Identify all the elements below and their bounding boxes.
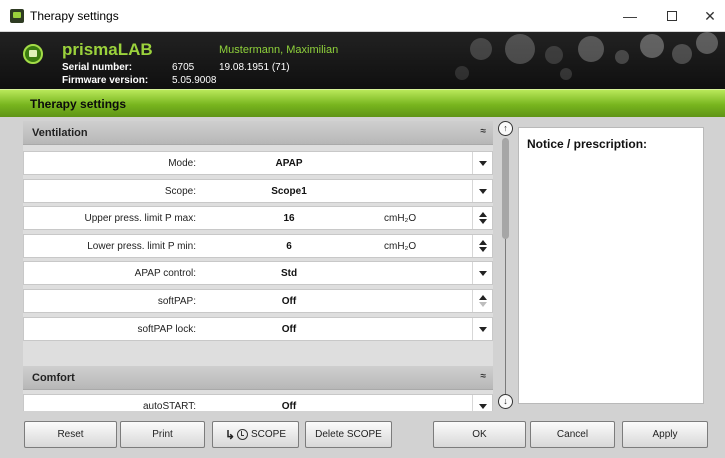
setting-value[interactable]: Scope1 <box>224 186 354 197</box>
maximize-icon <box>667 11 677 21</box>
notice-title: Notice / prescription: <box>527 137 648 151</box>
settings-scrollbar[interactable]: ↑ ↓ <box>496 121 515 411</box>
window-titlebar: Therapy settings — ✕ <box>0 0 725 32</box>
setting-row-softpap: softPAP: Off <box>23 289 493 313</box>
serial-number-value: 6705 <box>172 62 195 73</box>
close-button[interactable]: ✕ <box>690 0 725 32</box>
setting-label: Scope: <box>164 186 196 197</box>
setting-value[interactable]: 16 <box>224 213 354 224</box>
return-arrow-icon: ↳ <box>224 427 236 442</box>
setting-row-softpap-lock: softPAP lock: Off <box>23 317 493 341</box>
setting-label: Upper press. limit P max: <box>84 213 196 224</box>
bokeh-decoration <box>615 50 629 64</box>
page-title: Therapy settings <box>30 97 127 111</box>
spinner-buttons[interactable] <box>472 235 492 257</box>
delete-scope-button[interactable]: Delete SCOPE <box>305 421 392 448</box>
bokeh-decoration <box>672 44 692 64</box>
firmware-version-value: 5.05.9008 <box>172 75 217 86</box>
apply-button[interactable]: Apply <box>622 421 708 448</box>
minimize-button[interactable]: — <box>610 0 650 32</box>
spin-up-icon[interactable] <box>478 212 487 217</box>
setting-row-apap-control: APAP control: Std <box>23 261 493 285</box>
dropdown-button[interactable] <box>472 318 492 340</box>
bokeh-decoration <box>470 38 492 60</box>
setting-value[interactable]: Off <box>224 324 354 335</box>
bokeh-decoration <box>505 34 535 64</box>
dropdown-arrow-icon <box>478 188 487 194</box>
dropdown-button[interactable] <box>472 180 492 202</box>
scroll-down-icon[interactable]: ↓ <box>498 394 513 409</box>
bokeh-decoration <box>578 36 604 62</box>
setting-label: Lower press. limit P min: <box>87 241 196 252</box>
clock-icon <box>237 429 249 440</box>
print-button[interactable]: Print <box>120 421 205 448</box>
device-header: prismaLAB Serial number: 6705 Firmware v… <box>0 32 725 89</box>
setting-row-scope: Scope: Scope1 <box>23 179 493 203</box>
setting-value[interactable]: APAP <box>224 158 354 169</box>
scroll-thumb[interactable] <box>502 138 509 239</box>
scope-button[interactable]: ↳ SCOPE <box>212 421 299 448</box>
serial-number-label: Serial number: <box>62 62 133 73</box>
reset-button[interactable]: Reset <box>24 421 117 448</box>
setting-row-upper-pressure: Upper press. limit P max: 16 cmH₂O <box>23 206 493 230</box>
dropdown-arrow-icon <box>478 270 487 276</box>
bokeh-decoration <box>640 34 664 58</box>
setting-unit: cmH₂O <box>384 213 417 224</box>
bokeh-decoration <box>560 68 572 80</box>
setting-row-mode: Mode: APAP <box>23 151 493 175</box>
window-title: Therapy settings <box>30 9 119 23</box>
patient-name: Mustermann, Maximilian <box>219 44 339 56</box>
section-title: Comfort <box>32 372 75 384</box>
setting-label: softPAP: <box>157 296 196 307</box>
device-name: prismaLAB <box>62 40 153 59</box>
spin-down-icon[interactable] <box>478 219 487 224</box>
setting-row-lower-pressure: Lower press. limit P min: 6 cmH₂O <box>23 234 493 258</box>
scroll-up-icon[interactable]: ↑ <box>498 121 513 136</box>
collapse-chevron-icon[interactable]: ≈ <box>481 126 487 137</box>
settings-panel: Ventilation ≈ Mode: APAP Scope: Scope1 U… <box>23 121 493 411</box>
dropdown-button[interactable] <box>472 395 492 411</box>
patient-birthdate: 19.08.1951 (71) <box>219 62 290 73</box>
bokeh-decoration <box>696 32 718 54</box>
device-logo-icon <box>23 44 43 64</box>
app-icon <box>10 9 24 23</box>
scope-button-label: SCOPE <box>251 429 287 440</box>
notice-panel[interactable]: Notice / prescription: <box>518 127 704 404</box>
section-title: Ventilation <box>32 127 88 139</box>
setting-value[interactable]: 6 <box>224 241 354 252</box>
collapse-chevron-icon[interactable]: ≈ <box>481 371 487 382</box>
bokeh-decoration <box>545 46 563 64</box>
spin-down-icon[interactable] <box>478 247 487 252</box>
maximize-button[interactable] <box>652 0 692 32</box>
setting-label: APAP control: <box>134 268 196 279</box>
setting-label: softPAP lock: <box>137 324 196 335</box>
ok-button[interactable]: OK <box>433 421 526 448</box>
spinner-buttons[interactable] <box>472 207 492 229</box>
cancel-button[interactable]: Cancel <box>530 421 615 448</box>
setting-value[interactable]: Off <box>224 401 354 411</box>
setting-row-autostart: autoSTART: Off <box>23 394 493 411</box>
spinner-buttons[interactable] <box>472 290 492 312</box>
spin-down-icon <box>478 302 487 307</box>
firmware-version-label: Firmware version: <box>62 75 149 86</box>
spin-up-icon[interactable] <box>478 240 487 245</box>
dropdown-arrow-icon <box>478 326 487 332</box>
setting-label: Mode: <box>168 158 196 169</box>
dropdown-button[interactable] <box>472 262 492 284</box>
bokeh-decoration <box>455 66 469 80</box>
dropdown-arrow-icon <box>478 160 487 166</box>
setting-label: autoSTART: <box>143 401 196 411</box>
spin-up-icon[interactable] <box>478 295 487 300</box>
page-title-bar: Therapy settings <box>0 89 725 117</box>
section-header-comfort[interactable]: Comfort ≈ <box>23 366 493 390</box>
dropdown-button[interactable] <box>472 152 492 174</box>
dropdown-arrow-icon <box>478 403 487 409</box>
setting-value[interactable]: Std <box>224 268 354 279</box>
section-header-ventilation[interactable]: Ventilation ≈ <box>23 121 493 145</box>
setting-unit: cmH₂O <box>384 241 417 252</box>
setting-value[interactable]: Off <box>224 296 354 307</box>
